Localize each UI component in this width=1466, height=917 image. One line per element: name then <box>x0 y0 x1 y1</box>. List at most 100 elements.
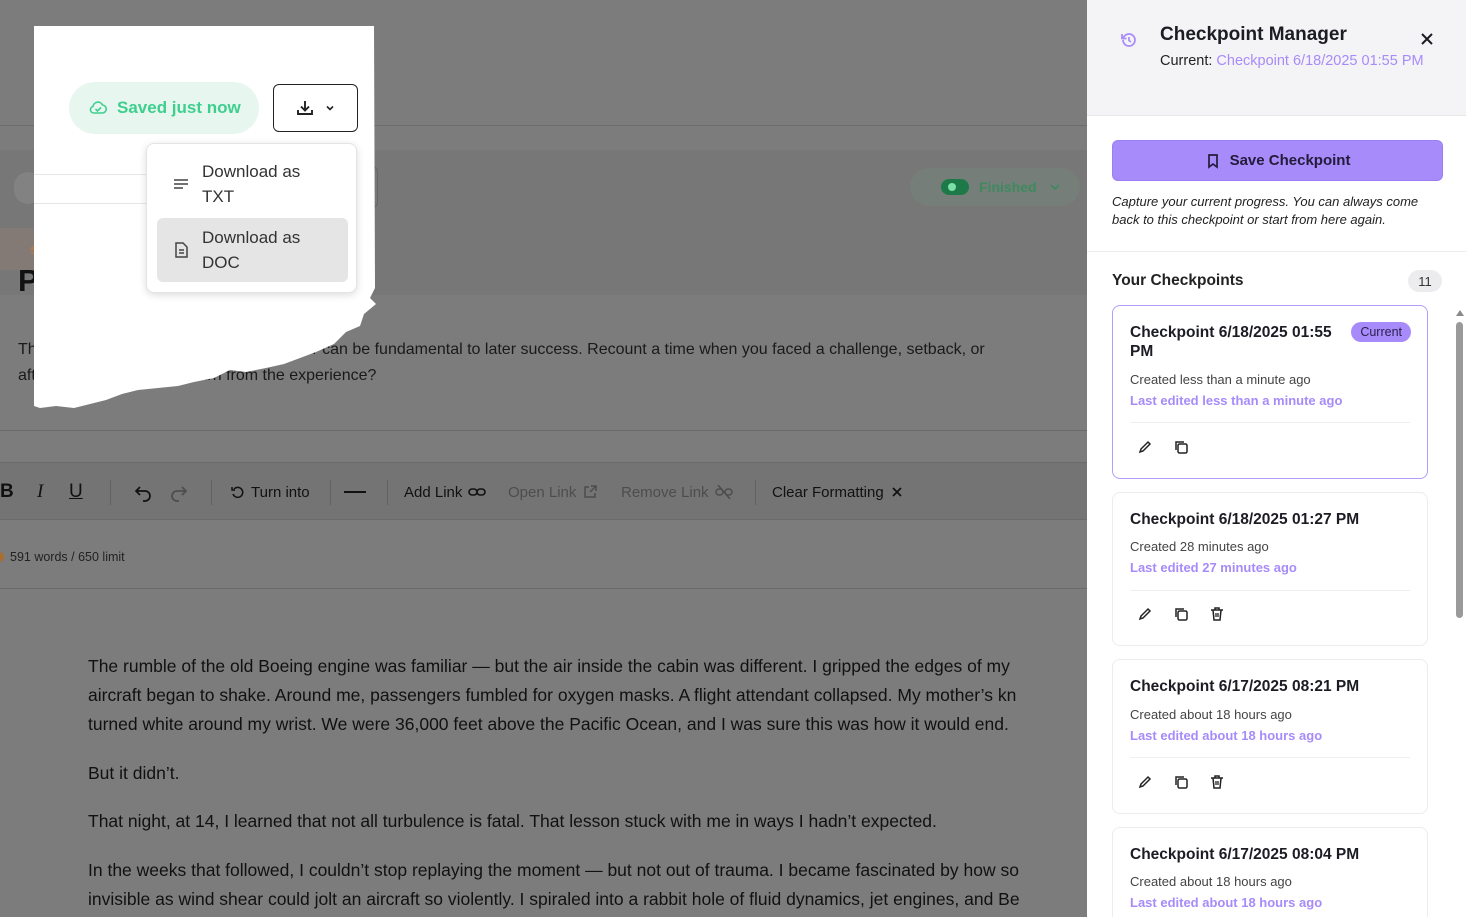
scrollbar[interactable] <box>1456 310 1464 917</box>
copy-icon <box>1175 608 1188 621</box>
delete-button[interactable] <box>1209 774 1225 790</box>
divider <box>1130 590 1410 591</box>
download-doc-label: Download as DOC <box>202 228 301 272</box>
open-link-button[interactable]: Open Link <box>508 463 598 521</box>
divider <box>0 430 1087 431</box>
duplicate-button[interactable] <box>1173 439 1189 455</box>
checkpoint-edited: Last edited less than a minute ago <box>1130 393 1343 408</box>
checkpoints-heading: Your Checkpoints <box>1112 272 1244 289</box>
word-count: 591 words / 650 limit <box>10 550 125 564</box>
download-doc-item[interactable]: Download as DOC <box>157 218 348 282</box>
divider <box>0 588 1087 589</box>
checkpoint-title: Checkpoint 6/18/2025 01:27 PM <box>1130 511 1360 528</box>
panel-header: Checkpoint Manager Current: Checkpoint 6… <box>1087 0 1466 116</box>
checkpoint-actions <box>1137 774 1225 790</box>
text-lines-icon <box>174 179 188 189</box>
divider <box>1130 757 1410 758</box>
download-button[interactable] <box>273 84 358 132</box>
checkpoint-card[interactable]: Checkpoint 6/18/2025 01:55 PM Current Cr… <box>1112 305 1428 479</box>
download-icon <box>297 101 313 115</box>
add-link-label: Add Link <box>404 483 463 501</box>
checkpoint-manager-panel: Checkpoint Manager Current: Checkpoint 6… <box>1087 0 1466 917</box>
remove-link-button[interactable]: Remove Link <box>621 463 733 521</box>
checkpoint-created: Created 28 minutes ago <box>1130 539 1269 554</box>
pencil-icon <box>1138 775 1152 789</box>
duplicate-button[interactable] <box>1173 606 1189 622</box>
divider <box>34 174 148 175</box>
checkpoint-actions <box>1137 606 1225 622</box>
essay-line: The rumble of the old Boeing engine was … <box>88 656 1010 676</box>
essay-body[interactable]: The rumble of the old Boeing engine was … <box>88 652 1087 917</box>
panel-title: Checkpoint Manager <box>1160 24 1347 45</box>
checkpoint-title: Checkpoint 6/17/2025 08:21 PM <box>1130 678 1360 695</box>
checkpoint-edited: Last edited 27 minutes ago <box>1130 560 1297 575</box>
horizontal-rule-icon <box>344 491 366 493</box>
divider <box>1130 422 1410 423</box>
chevron-down-icon <box>1049 184 1060 191</box>
essay-paragraph: The rumble of the old Boeing engine was … <box>88 652 1087 739</box>
toolbar-separator <box>110 480 111 505</box>
toolbar-separator <box>330 480 331 505</box>
copy-icon <box>1175 441 1188 454</box>
essay-line: aircraft began to shake. Around me, pass… <box>88 685 1017 705</box>
edit-button[interactable] <box>1137 774 1153 790</box>
add-link-button[interactable]: Add Link <box>404 463 487 521</box>
checkpoint-created: Created about 18 hours ago <box>1130 707 1292 722</box>
scroll-thumb[interactable] <box>1456 322 1463 618</box>
word-count-indicator <box>0 552 4 562</box>
italic-button[interactable]: I <box>37 463 43 521</box>
undo-button[interactable] <box>133 463 153 521</box>
edit-button[interactable] <box>1137 606 1153 622</box>
checkpoint-card[interactable]: Checkpoint 6/18/2025 01:27 PM Created 28… <box>1112 492 1428 646</box>
scroll-up-arrow-icon[interactable] <box>1456 310 1464 316</box>
toolbar-separator <box>755 480 756 505</box>
undo-icon <box>134 486 151 502</box>
checkpoint-edited: Last edited about 18 hours ago <box>1130 728 1323 743</box>
clear-formatting-label: Clear Formatting <box>772 483 884 501</box>
history-icon <box>1121 33 1136 47</box>
checkpoint-actions <box>1137 439 1189 455</box>
checkpoint-title: Checkpoint 6/18/2025 01:55 PM <box>1130 324 1332 360</box>
horizontal-rule-button[interactable] <box>344 463 366 521</box>
turn-into-button[interactable]: Turn into <box>231 463 310 521</box>
redo-button[interactable] <box>169 463 189 521</box>
essay-paragraph: In the weeks that followed, I couldn’t s… <box>88 856 1087 914</box>
save-checkpoint-button[interactable]: Save Checkpoint <box>1112 140 1443 181</box>
underline-button[interactable]: U <box>69 463 83 521</box>
pencil-icon <box>1138 607 1152 621</box>
download-popup-callout: Saved just now Download as TXT Download … <box>34 26 376 408</box>
essay-line: In the weeks that followed, I couldn’t s… <box>88 859 1019 880</box>
essay-line: invisible as wind shear could jolt an ai… <box>88 888 1020 909</box>
toolbar-separator <box>387 480 388 505</box>
status-label: Finished <box>979 179 1037 195</box>
bold-button[interactable]: B <box>0 463 14 521</box>
checkpoint-card[interactable]: Checkpoint 6/17/2025 08:04 PM Created ab… <box>1112 827 1428 917</box>
checkpoint-card[interactable]: Checkpoint 6/17/2025 08:21 PM Created ab… <box>1112 659 1428 814</box>
download-txt-label: Download as TXT <box>202 162 301 206</box>
trash-icon <box>1211 775 1223 789</box>
turn-into-label: Turn into <box>251 483 310 501</box>
trash-icon <box>1211 607 1223 621</box>
unlink-icon <box>714 484 733 500</box>
current-checkpoint-value: Checkpoint 6/18/2025 01:55 PM <box>1216 53 1424 69</box>
status-dropdown[interactable]: Finished <box>910 168 1080 206</box>
delete-button[interactable] <box>1209 606 1225 622</box>
checkpoint-title: Checkpoint 6/17/2025 08:04 PM <box>1130 846 1360 863</box>
edit-button[interactable] <box>1137 439 1153 455</box>
close-icon[interactable] <box>1418 30 1436 48</box>
external-link-icon <box>584 485 598 498</box>
checkpoint-created: Created less than a minute ago <box>1130 372 1311 387</box>
checkpoint-created: Created about 18 hours ago <box>1130 874 1292 889</box>
status-toggle-icon <box>941 179 969 195</box>
essay-paragraph: That night, at 14, I learned that not al… <box>88 807 1087 836</box>
close-icon <box>892 487 902 497</box>
essay-paragraph: But it didn’t. <box>88 759 1087 788</box>
redo-icon <box>171 486 188 502</box>
clear-formatting-button[interactable]: Clear Formatting <box>772 463 904 521</box>
download-txt-item[interactable]: Download as TXT <box>157 152 348 216</box>
checkpoints-count-badge: 11 <box>1408 270 1442 292</box>
current-checkpoint-info: Current: Checkpoint 6/18/2025 01:55 PM <box>1160 51 1430 71</box>
cloud-check-icon <box>89 101 108 114</box>
document-icon <box>175 242 188 258</box>
duplicate-button[interactable] <box>1173 774 1189 790</box>
